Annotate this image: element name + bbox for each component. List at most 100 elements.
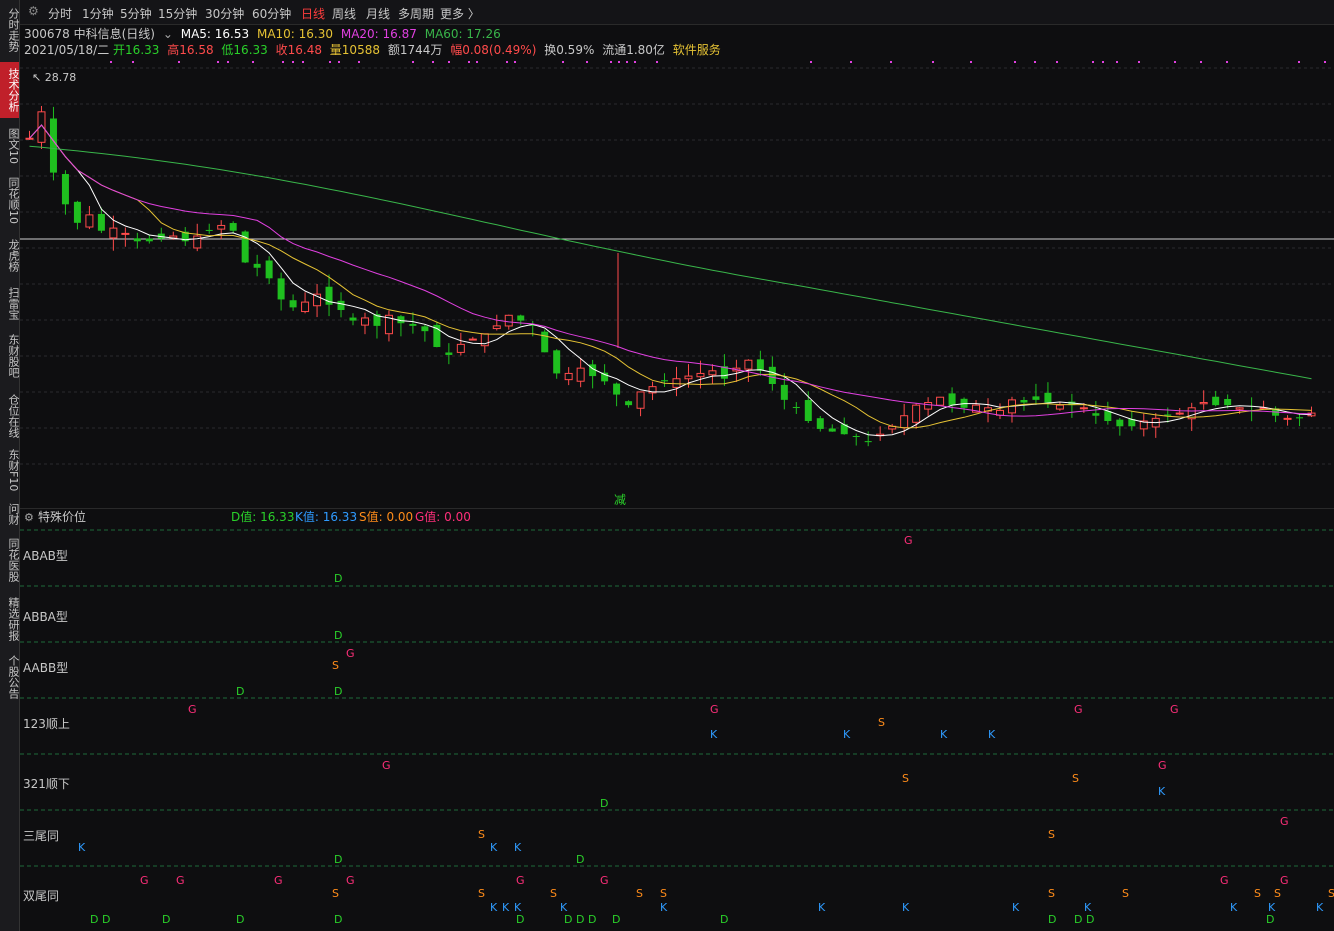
signal-g: G [516,874,525,887]
settings-gear-icon[interactable]: ⚙ [28,4,39,18]
marker-dot [634,61,636,63]
marker-dot [810,61,812,63]
period-tab-5[interactable]: 60分钟 [252,5,291,22]
signal-k: K [490,841,498,854]
period-tab-7[interactable]: 周线 [332,5,356,22]
kline-chart[interactable]: ↖ 28.78 减 [20,58,1334,508]
signal-d: D [334,913,342,926]
signal-g: G [1074,703,1083,716]
signal-d: D [334,572,342,585]
sidebar-tab-2[interactable]: 图文10 [0,124,20,168]
quote-turnover: 换0.59% [544,43,595,57]
signal-g: G [140,874,149,887]
signal-s: S [1072,772,1079,785]
sidebar-tab-4[interactable]: 龙虎榜 [0,232,20,278]
quote-low: 低16.33 [221,43,268,57]
candle-down [421,326,429,332]
candle-up [936,396,945,406]
period-tab-3[interactable]: 15分钟 [158,5,197,22]
period-tab-9[interactable]: 多周期 [398,5,434,22]
candle-down [864,441,872,443]
period-tab-6[interactable]: 日线 [301,5,325,22]
signal-g: G [346,647,355,660]
sidebar-tab-10[interactable]: 同花医股 [0,534,20,586]
candle-down [948,393,956,406]
candle-down [1032,396,1040,400]
signal-d: D [612,913,620,926]
candle-up [564,372,573,381]
marker-dot [338,61,340,63]
sidebar-tab-7[interactable]: 仓位在线 [0,390,20,442]
sidebar-tab-6[interactable]: 东财股吧 [0,330,20,382]
candle-down [73,201,81,223]
candle-down [553,350,561,374]
candle-up [1235,407,1244,410]
signal-g: G [176,874,185,887]
indicator-k-value: K值: 16.33 [295,509,357,524]
marker-dot [656,61,658,63]
signal-k: K [660,901,668,914]
marker-dot [227,61,229,63]
sidebar-tab-9[interactable]: 问财 [0,499,20,529]
ma5-line [29,124,1312,437]
signal-g: G [1158,759,1167,772]
marker-dot [432,61,434,63]
period-tab-8[interactable]: 月线 [366,5,390,22]
sidebar-tab-3[interactable]: 同花顺10 [0,174,20,226]
signal-k: K [490,901,498,914]
signal-g: G [382,759,391,772]
indicator-name: 特殊价位 [38,509,86,524]
signal-s: S [1254,887,1261,900]
sidebar-tab-8[interactable]: 东财F10 [0,448,20,492]
signal-k: K [843,728,851,741]
sidebar-tab-12[interactable]: 个股公告 [0,651,20,703]
candle-down [133,238,141,242]
candle-up [504,314,513,327]
quote-date: 2021/05/18/二 [24,43,110,57]
marker-dot [1092,61,1094,63]
marker-dot [132,61,134,63]
candle-down [289,300,297,308]
signal-s: S [636,887,643,900]
marker-dot [1174,61,1176,63]
max-price-label: ↖ 28.78 [32,71,76,84]
ma60-line [29,145,1312,380]
indicator-g-value: G值: 0.00 [415,509,471,524]
period-tab-0[interactable]: 分时 [48,5,72,22]
quote-open: 开16.33 [113,43,160,57]
candle-up [85,214,94,228]
ma-toggle-icon[interactable]: ⌄ [163,27,173,41]
marker-dot [1034,61,1036,63]
signal-d: D [334,853,342,866]
signal-s: S [1048,887,1055,900]
candle-up [684,375,693,380]
signal-d: D [720,913,728,926]
signal-d: D [334,629,342,642]
candle-up [1055,404,1064,410]
period-tab-1[interactable]: 1分钟 [82,5,114,22]
period-tab-2[interactable]: 5分钟 [120,5,152,22]
candle-up [468,338,477,341]
candle-down [277,278,285,300]
sidebar-tab-11[interactable]: 精选研报 [0,593,20,645]
candle-down [97,213,105,231]
signal-d: D [600,797,608,810]
period-tab-4[interactable]: 30分钟 [205,5,244,22]
sidebar-tab-0[interactable]: 分时走势 [0,4,20,56]
sidebar-tab-1[interactable]: 技术分析 [0,62,20,118]
candle-up [492,325,501,330]
signal-k: K [988,728,996,741]
sidebar-tab-5[interactable]: 扫雷宝 [0,283,20,323]
candle-down [337,300,345,311]
signal-s: S [332,887,339,900]
marker-dot [850,61,852,63]
period-tab-10[interactable]: 更多 〉 [440,5,480,22]
signal-k: K [1316,901,1324,914]
marker-dot [618,61,620,63]
candle-down [541,331,549,353]
candle-down [625,401,633,406]
ma10-value: MA10: 16.30 [256,27,334,41]
type-label-3: 123顺上 [23,717,70,731]
candle-down [1296,417,1304,419]
special-price-indicator-panel[interactable]: ⚙ 特殊价位 D值: 16.33 K值: 16.33 S值: 0.00 G值: 0.00 A… [20,508,1334,931]
